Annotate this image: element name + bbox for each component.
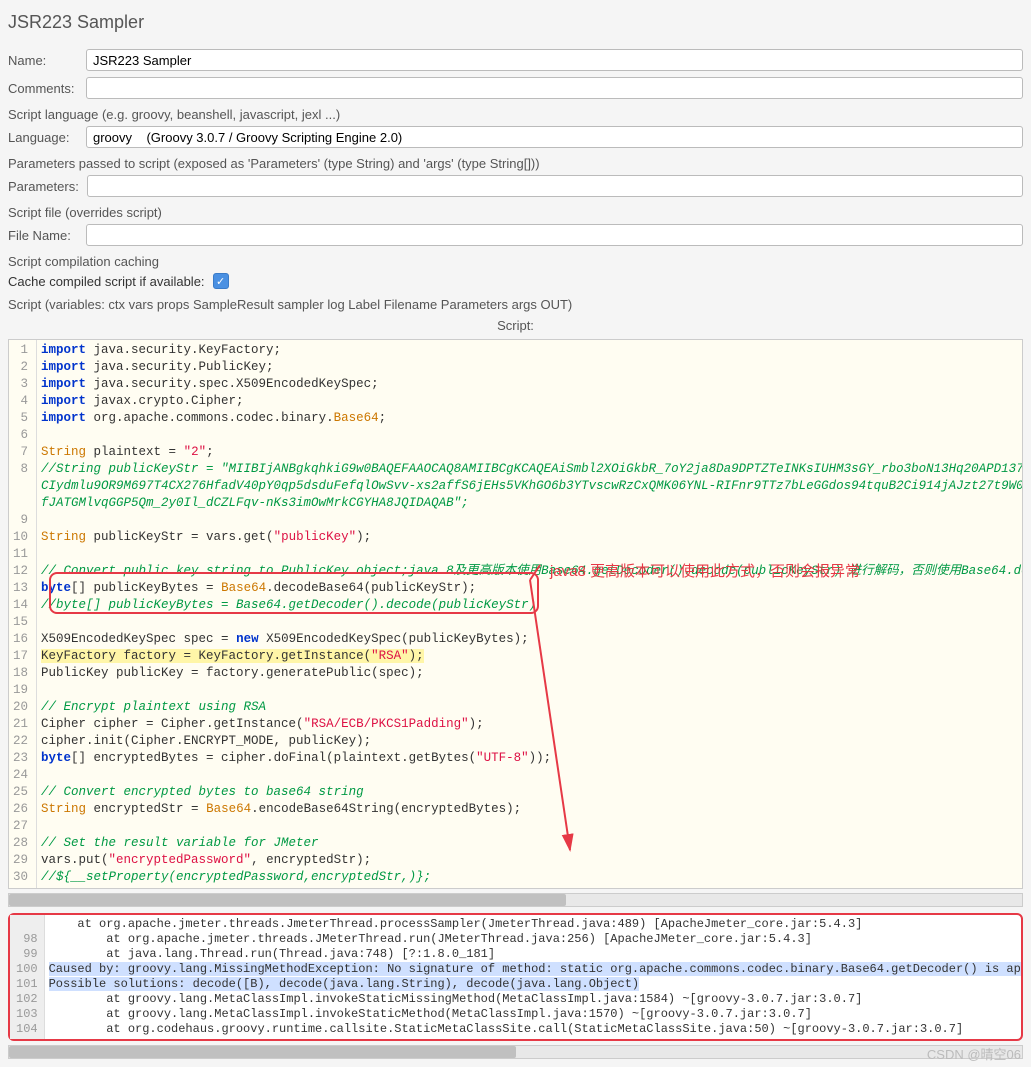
cache-section: Script compilation caching bbox=[8, 254, 1023, 269]
parameters-section: Parameters passed to script (exposed as … bbox=[8, 156, 1023, 171]
script-vars-section: Script (variables: ctx vars props Sample… bbox=[8, 297, 1023, 312]
filename-input[interactable] bbox=[86, 224, 1023, 246]
annotation-text: java8 更高版本可以使用此方式，否则会报异常 bbox=[550, 560, 860, 581]
name-label: Name: bbox=[8, 53, 78, 68]
log-scrollbar[interactable] bbox=[8, 1045, 1023, 1059]
script-label: Script: bbox=[8, 318, 1023, 333]
comments-input[interactable] bbox=[86, 77, 1023, 99]
filename-label: File Name: bbox=[8, 228, 78, 243]
language-select[interactable] bbox=[86, 126, 1023, 148]
page-title: JSR223 Sampler bbox=[8, 8, 1023, 37]
name-input[interactable] bbox=[86, 49, 1023, 71]
script-language-section: Script language (e.g. groovy, beanshell,… bbox=[8, 107, 1023, 122]
watermark: CSDN @晴空06 bbox=[927, 1044, 1021, 1063]
editor-scrollbar[interactable] bbox=[8, 893, 1023, 907]
script-editor[interactable]: 12345678 9101112131415161718192021222324… bbox=[8, 339, 1023, 889]
parameters-input[interactable] bbox=[87, 175, 1023, 197]
cache-checkbox[interactable]: ✓ bbox=[213, 273, 229, 289]
script-file-section: Script file (overrides script) bbox=[8, 205, 1023, 220]
cache-label: Cache compiled script if available: bbox=[8, 274, 205, 289]
parameters-label: Parameters: bbox=[8, 179, 79, 194]
comments-label: Comments: bbox=[8, 81, 78, 96]
log-panel[interactable]: 9899100101102103104 at org.apache.jmeter… bbox=[8, 913, 1023, 1041]
language-label: Language: bbox=[8, 130, 78, 145]
